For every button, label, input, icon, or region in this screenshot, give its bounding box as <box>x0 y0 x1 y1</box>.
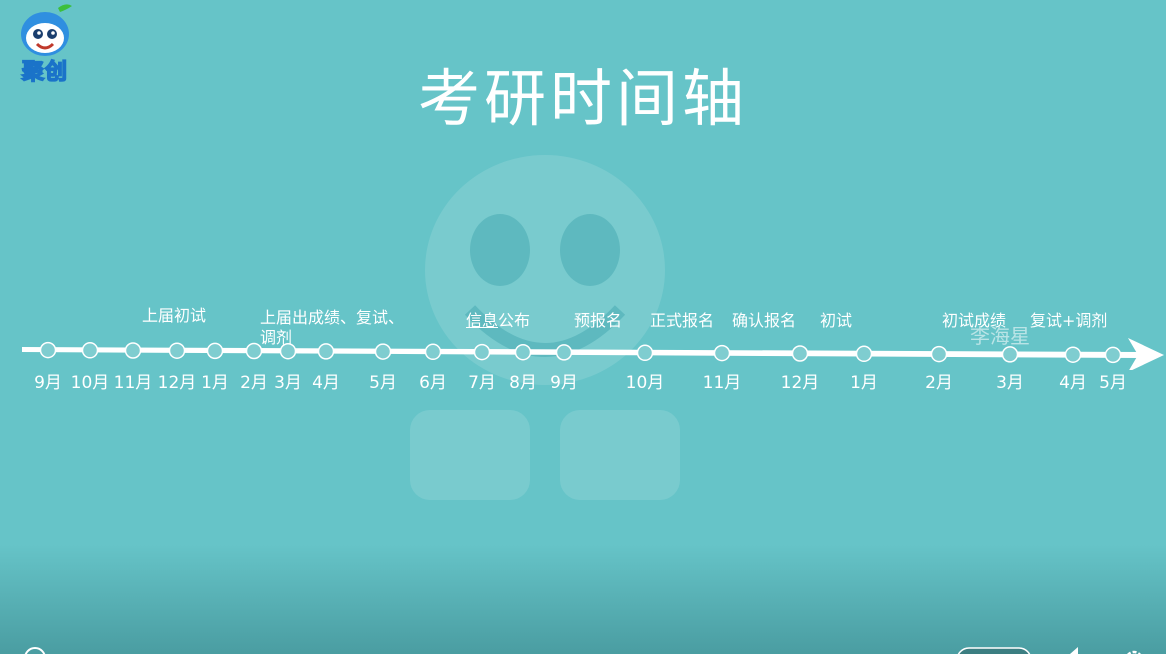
month-label: 8月 <box>509 373 537 393</box>
month-label: 12月 <box>780 373 820 393</box>
event-formal-registration: 正式报名 <box>650 311 715 330</box>
month-label: 4月 <box>312 373 340 393</box>
timeline-node <box>791 345 809 362</box>
month-label: 1月 <box>201 373 229 393</box>
event-prev-results-line2: 调剂 <box>260 328 293 347</box>
month-label: 9月 <box>34 373 62 393</box>
event-info-release-underlined: 信息 <box>466 311 499 330</box>
month-label: 7月 <box>468 373 496 393</box>
video-bottom-gradient <box>0 544 1166 654</box>
month-label: 4月 <box>1059 373 1087 393</box>
timeline-node <box>514 343 532 361</box>
timeline-node <box>317 343 335 360</box>
event-info-release: 信息公布 <box>466 307 530 331</box>
quality-button[interactable] <box>956 646 1032 654</box>
month-label: 2月 <box>240 373 268 393</box>
month-label: 5月 <box>369 373 397 393</box>
month-label: 2月 <box>925 373 953 393</box>
month-label: 6月 <box>419 373 447 393</box>
slide-stage: 聚创 考研时间轴 9月 10月 11月 12月 1月 2月 3月 4月 5月 6月 7月 8月 9月 10… <box>0 0 1166 654</box>
event-retest-adjust: 复试+调剂 <box>1030 311 1108 330</box>
user-watermark: 李海星 <box>970 324 1030 348</box>
event-prev-initial-exam: 上届初试 <box>142 306 207 325</box>
timeline-node <box>930 345 948 363</box>
timeline-node <box>39 341 57 359</box>
timeline-node <box>1104 346 1122 364</box>
timeline-node <box>473 343 491 361</box>
timeline-node <box>124 342 142 359</box>
month-label: 11月 <box>702 373 742 393</box>
settings-gear-icon[interactable] <box>1122 646 1146 654</box>
event-initial-exam: 初试 <box>820 311 853 330</box>
timeline-node <box>424 343 442 361</box>
month-label: 3月 <box>996 373 1024 393</box>
page-title: 考研时间轴 <box>417 62 748 135</box>
month-label: 5月 <box>1099 373 1127 393</box>
month-label: 12月 <box>157 373 197 393</box>
event-info-release-rest: 公布 <box>498 311 531 330</box>
timeline-node <box>636 344 654 362</box>
event-pre-registration: 预报名 <box>574 311 623 330</box>
timeline-node <box>1001 346 1019 363</box>
timeline-node <box>168 342 186 359</box>
timeline-node <box>206 342 224 360</box>
timeline-node <box>855 345 873 363</box>
timeline-node <box>555 344 573 361</box>
month-label: 1月 <box>850 373 878 393</box>
month-label: 10月 <box>70 373 110 393</box>
replay-icon[interactable] <box>20 642 50 654</box>
month-label: 11月 <box>113 373 153 393</box>
timeline-node <box>374 343 392 360</box>
timeline-node <box>81 342 99 359</box>
month-label: 9月 <box>550 373 578 393</box>
timeline-node <box>713 344 731 362</box>
timeline-node <box>1064 346 1082 363</box>
month-label: 10月 <box>625 373 665 393</box>
month-label: 3月 <box>274 373 302 393</box>
volume-icon[interactable] <box>1060 644 1086 654</box>
event-confirm-registration: 确认报名 <box>732 311 797 330</box>
